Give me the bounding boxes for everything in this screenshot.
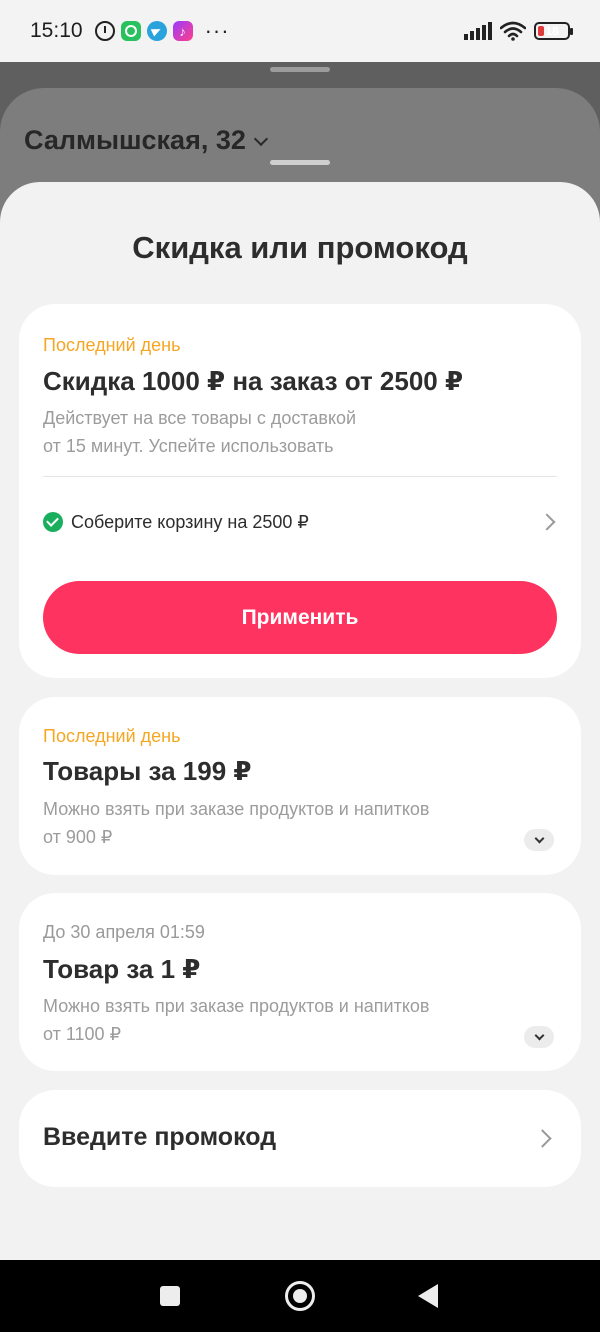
offer-description: Можно взять при заказе продуктов и напит… xyxy=(43,992,513,1048)
expand-button[interactable] xyxy=(524,1026,554,1048)
offer-description-line: от 1100 ₽ xyxy=(43,1024,122,1044)
battery-percent: 18 xyxy=(545,24,559,38)
drag-handle-back xyxy=(270,67,330,72)
offer-description-line: от 15 минут. Успейте использовать xyxy=(43,436,334,456)
status-time: 15:10 xyxy=(30,19,83,42)
offer-tag: До 30 апреля 01:59 xyxy=(43,922,205,942)
alarm-icon xyxy=(94,21,115,41)
offer-description-line: Действует на все товары с доставкой xyxy=(43,408,357,428)
condition-text: Соберите корзину на 2500 ₽ xyxy=(71,511,309,532)
telegram-icon xyxy=(146,21,167,41)
offer-tag: Последний день xyxy=(43,726,181,746)
chevron-right-icon xyxy=(538,513,556,531)
more-dots-icon: ··· xyxy=(204,18,230,43)
address-label: Салмышская, 32 xyxy=(24,125,246,155)
sheet-title: Скидка или промокод xyxy=(132,230,468,265)
system-nav-bar xyxy=(0,1260,600,1332)
offer-description: Можно взять при заказе продуктов и напит… xyxy=(43,795,513,851)
wifi-icon xyxy=(500,21,526,41)
offer-title: Товары за 199 ₽ xyxy=(43,756,252,786)
recent-apps-icon[interactable] xyxy=(160,1286,180,1306)
chevron-down-icon xyxy=(534,833,544,843)
offer-card-discount: Последний день Скидка 1000 ₽ на заказ от… xyxy=(19,304,581,678)
check-circle-icon xyxy=(43,512,63,532)
chevron-down-icon xyxy=(253,131,268,146)
back-icon[interactable] xyxy=(418,1284,438,1308)
promo-code-label: Введите промокод xyxy=(43,1123,277,1151)
condition-row[interactable]: Соберите корзину на 2500 ₽ xyxy=(43,504,561,540)
expand-button[interactable] xyxy=(524,829,554,851)
offer-title: Скидка 1000 ₽ на заказ от 2500 ₽ xyxy=(43,366,464,396)
promo-code-entry[interactable]: Введите промокод xyxy=(19,1090,581,1187)
address-selector[interactable]: Салмышская, 32 xyxy=(24,125,268,156)
chevron-down-icon xyxy=(534,1030,544,1040)
offer-description-line: Можно взять при заказе продуктов и напит… xyxy=(43,799,430,819)
signal-icon xyxy=(464,22,492,40)
offer-card-199[interactable]: Последний день Товары за 199 ₽ Можно взя… xyxy=(19,697,581,875)
apply-button[interactable]: Применить xyxy=(43,581,557,654)
offer-description-line: Можно взять при заказе продуктов и напит… xyxy=(43,996,430,1016)
home-icon[interactable] xyxy=(285,1281,315,1311)
divider xyxy=(43,476,557,477)
music-app-icon: ♪ xyxy=(172,21,193,41)
offer-description: Действует на все товары с доставкой от 1… xyxy=(43,404,513,460)
offer-card-1rub[interactable]: До 30 апреля 01:59 Товар за 1 ₽ Можно вз… xyxy=(19,893,581,1071)
offer-title: Товар за 1 ₽ xyxy=(43,954,201,984)
status-bar: 15:10 ♪ ··· 18 xyxy=(0,0,600,62)
chevron-right-icon xyxy=(533,1129,552,1148)
offer-description-line: от 900 ₽ xyxy=(43,827,113,847)
whatsapp-icon xyxy=(120,21,141,41)
promo-sheet: Скидка или промокод Последний день Скидк… xyxy=(0,182,600,1260)
battery-icon: 18 xyxy=(534,22,573,40)
sheet-drag-handle[interactable] xyxy=(270,160,330,165)
offer-tag: Последний день xyxy=(43,335,181,355)
